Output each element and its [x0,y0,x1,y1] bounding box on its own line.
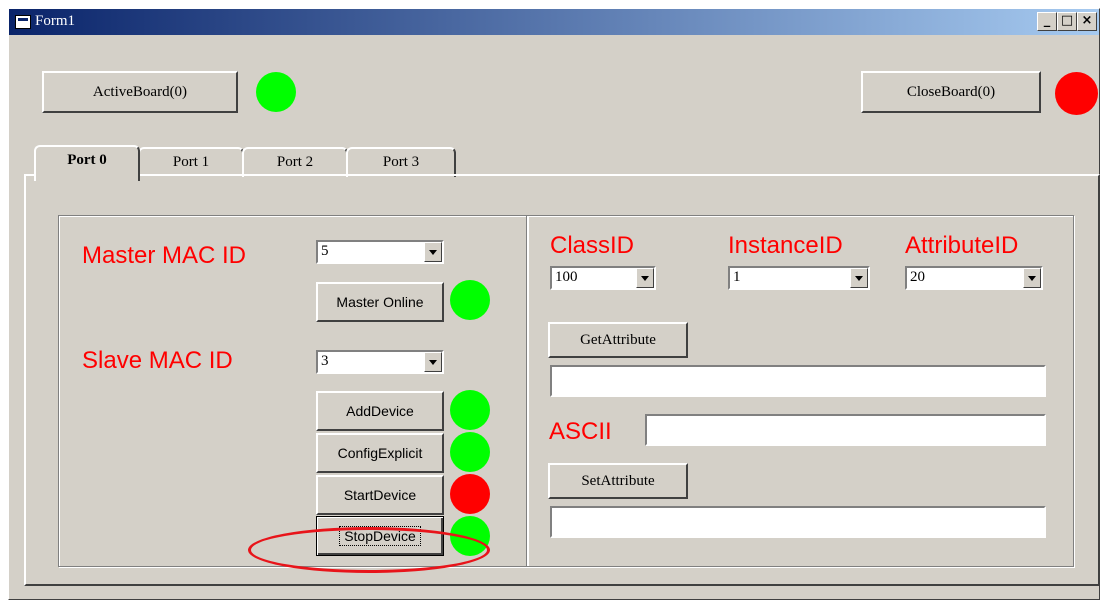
close-button[interactable]: × [1077,12,1097,31]
close-board-label: CloseBoard(0) [906,83,996,100]
tab-port-3[interactable]: Port 3 [346,147,456,177]
device-control-group [58,215,528,567]
tab-port-1[interactable]: Port 1 [138,147,244,177]
tab-panel [24,174,1100,586]
active-board-status-indicator [256,72,296,112]
close-board-status-indicator [1055,72,1098,115]
active-board-button[interactable]: ActiveBoard(0) [42,71,238,113]
attribute-group [526,215,1074,567]
window-title: Form1 [35,13,76,29]
active-board-label: ActiveBoard(0) [92,83,188,100]
minimize-button[interactable]: _ [1037,12,1057,31]
app-icon [15,15,31,29]
title-bar[interactable]: Form1 _ □ × [9,9,1099,35]
maximize-button[interactable]: □ [1057,12,1077,31]
close-board-button[interactable]: CloseBoard(0) [861,71,1041,113]
tab-port-0[interactable]: Port 0 [34,145,140,181]
tab-port-2[interactable]: Port 2 [242,147,348,177]
